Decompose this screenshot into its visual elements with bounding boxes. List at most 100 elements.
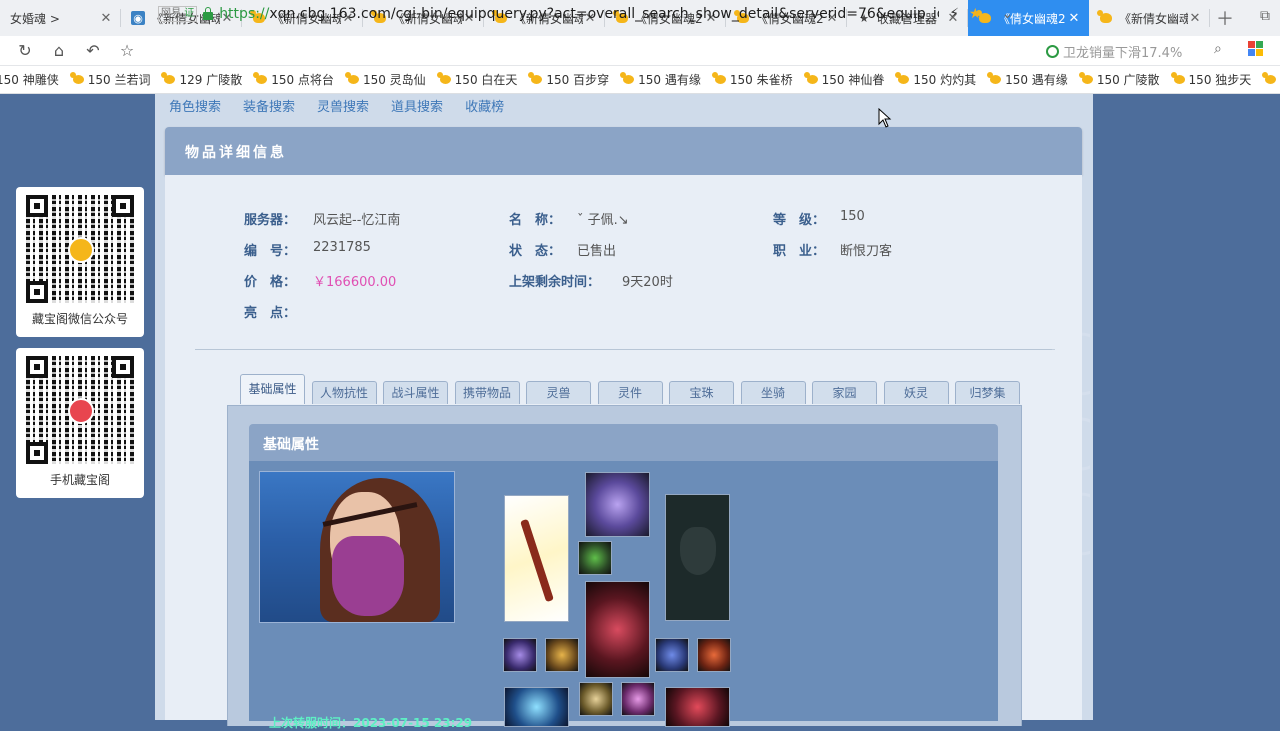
favorite-star-icon[interactable]: ★: [969, 6, 982, 22]
bookmark-label: 150 灵岛仙: [362, 73, 426, 87]
site-badge-cert: 证: [184, 8, 195, 19]
accessory-slot[interactable]: [578, 541, 612, 575]
bookmark-label: 150 独步天: [1188, 73, 1252, 87]
job-value: 断恨刀客: [840, 244, 893, 259]
url-text[interactable]: https://xqn.cbg.163.com/cgi-bin/equipque…: [219, 6, 939, 22]
status-value: 已售出: [577, 244, 617, 259]
close-tab-icon[interactable]: ✕: [1067, 11, 1081, 26]
bookmark-item[interactable]: 150 神雕侠: [0, 71, 59, 88]
panel-tab[interactable]: 灵件: [597, 381, 663, 404]
url-box[interactable]: 网易 证 https://xqn.cbg.163.com/cgi-bin/equ…: [158, 3, 1030, 25]
last-transfer-time: 上次转服时间：2023-07-15 23:29: [269, 716, 473, 730]
close-tab-icon[interactable]: ✕: [1188, 11, 1202, 26]
price-label: 价 格：: [244, 275, 297, 290]
shield-icon: [680, 527, 716, 575]
top-nav-link[interactable]: 装备搜索: [243, 96, 295, 115]
ring-slot-left[interactable]: [503, 638, 537, 672]
search-icon[interactable]: ⌕: [1214, 41, 1222, 57]
undo-icon[interactable]: ↶: [76, 41, 110, 60]
helmet-slot[interactable]: [585, 472, 650, 537]
bookmark-label: 150 兰若词: [87, 73, 151, 87]
bookmark-label: 150 神仙眷: [821, 73, 885, 87]
browser-tab-9[interactable]: 《新倩女幽魂 ✕: [1089, 0, 1210, 36]
status-label: 状 态：: [509, 244, 562, 259]
panel-tab[interactable]: 灵兽: [526, 381, 591, 404]
detail-header: 物品详细信息: [165, 127, 1082, 175]
detail-panel: 服务器： 风云起--忆江南 名 称： ˇ 子佩.↘ 等 级： 150 编 号： …: [165, 175, 1082, 730]
new-tab-button[interactable]: ＋: [1210, 0, 1240, 36]
site-badge: 网易 证: [158, 6, 198, 22]
duck-bookmark-icon: [69, 72, 84, 84]
bookmark-star-icon[interactable]: ☆: [110, 41, 144, 60]
top-nav-link[interactable]: 道具搜索: [391, 96, 443, 115]
panel-tab[interactable]: 基础属性: [240, 374, 305, 404]
bookmark-item[interactable]: 150 灼灼其: [895, 71, 976, 88]
page-background: 藏宝阁微信公众号 手机藏宝阁 角色搜索 装备搜索 灵兽搜索 道具搜索 收藏榜 物品详细信…: [0, 94, 1280, 730]
bookmark-item[interactable]: 150 独步天: [1170, 71, 1252, 88]
bookmark-label: 150 遇有缘: [638, 73, 701, 87]
duck-bookmark-icon: [253, 72, 268, 84]
panel-tab[interactable]: 家园: [812, 381, 877, 404]
duck-bookmark-icon: [436, 72, 451, 84]
boots-slot[interactable]: [665, 687, 730, 727]
home-icon[interactable]: ⌂: [42, 41, 76, 60]
lock-icon: [203, 7, 214, 20]
offhand-slot[interactable]: [665, 494, 730, 621]
bookmark-item[interactable]: 150 遇有缘: [987, 71, 1068, 88]
duck-bookmark-icon: [1262, 72, 1277, 84]
bookmark-item[interactable]: 150 兰若词: [69, 71, 151, 88]
panel-tab[interactable]: 宝珠: [669, 381, 734, 404]
restore-window-icon[interactable]: ⧉: [1260, 8, 1270, 24]
main-content: 角色搜索 装备搜索 灵兽搜索 道具搜索 收藏榜 物品详细信息 服务器： 风云起--忆江南…: [155, 94, 1093, 730]
panel-tab[interactable]: 归梦集: [955, 381, 1020, 404]
bookmark-item[interactable]: 150 遇有缘: [620, 71, 701, 88]
attr-title: 基础属性: [263, 437, 319, 453]
wechat-qr-code: [26, 195, 134, 303]
close-tab-icon[interactable]: ✕: [99, 11, 113, 26]
bookmark-item[interactable]: 150 朱雀桥: [711, 71, 793, 88]
sword-icon: [520, 518, 554, 603]
apps-grid-icon[interactable]: [1248, 41, 1264, 57]
panel-tab[interactable]: 携带物品: [454, 381, 520, 404]
amulet-slot[interactable]: [545, 638, 579, 672]
panel-tab[interactable]: 人物抗性: [311, 381, 377, 404]
weapon-slot[interactable]: [504, 495, 569, 622]
bookmark-label: 150 百步穿: [546, 73, 610, 87]
ring-slot-right[interactable]: [655, 638, 689, 672]
bookmark-item[interactable]: 150 广陵散: [1078, 71, 1160, 88]
job-label: 职 业：: [773, 244, 826, 259]
gem-slot-1[interactable]: [579, 682, 613, 716]
refresh-icon[interactable]: ↻: [8, 41, 42, 60]
id-label: 编 号：: [244, 244, 297, 259]
panel-tab[interactable]: 战斗属性: [383, 381, 448, 404]
top-nav-link[interactable]: 收藏榜: [465, 96, 504, 115]
attr-header: 基础属性: [249, 424, 998, 461]
top-nav-link[interactable]: 角色搜索: [169, 96, 221, 115]
bookmark-item[interactable]: 150 灵岛仙: [344, 71, 426, 88]
bookmark-item[interactable]: 150 白在天: [436, 71, 517, 88]
gem-slot-2[interactable]: [621, 682, 655, 716]
price-value: ￥166600.00: [313, 275, 397, 290]
duck-bookmark-icon: [1078, 72, 1093, 84]
browser-tab-0[interactable]: 女婚魂 > ✕: [0, 0, 121, 36]
belt-slot[interactable]: [504, 687, 569, 727]
panel-tab[interactable]: 坐骑: [740, 381, 806, 404]
decorative-pattern: [1048, 332, 1090, 556]
chevron-down-icon[interactable]: ⌄: [1002, 6, 1014, 22]
character-portrait: [259, 471, 455, 623]
bracelet-slot[interactable]: [697, 638, 731, 672]
bookmark-item[interactable]: 150 忆江南: [1262, 71, 1280, 88]
bookmark-item[interactable]: 150 百步穿: [528, 71, 610, 88]
hot-news-ticker[interactable]: 卫龙销量下滑17.4%: [1046, 42, 1182, 61]
bookmark-item[interactable]: 150 神仙眷: [803, 71, 885, 88]
duck-bookmark-icon: [1170, 72, 1185, 84]
bookmark-item[interactable]: 150 点将台: [253, 71, 334, 88]
armor-slot[interactable]: [585, 581, 650, 678]
panel-tab[interactable]: 妖灵: [883, 381, 949, 404]
duck-bookmark-icon: [803, 72, 818, 84]
top-nav-link[interactable]: 灵兽搜索: [317, 96, 369, 115]
bookmark-item[interactable]: 129 广陵散: [161, 71, 242, 88]
url-scheme: https://: [219, 6, 270, 22]
lightning-icon[interactable]: ⚡: [949, 6, 959, 22]
bookmark-label: 150 点将台: [271, 73, 334, 87]
